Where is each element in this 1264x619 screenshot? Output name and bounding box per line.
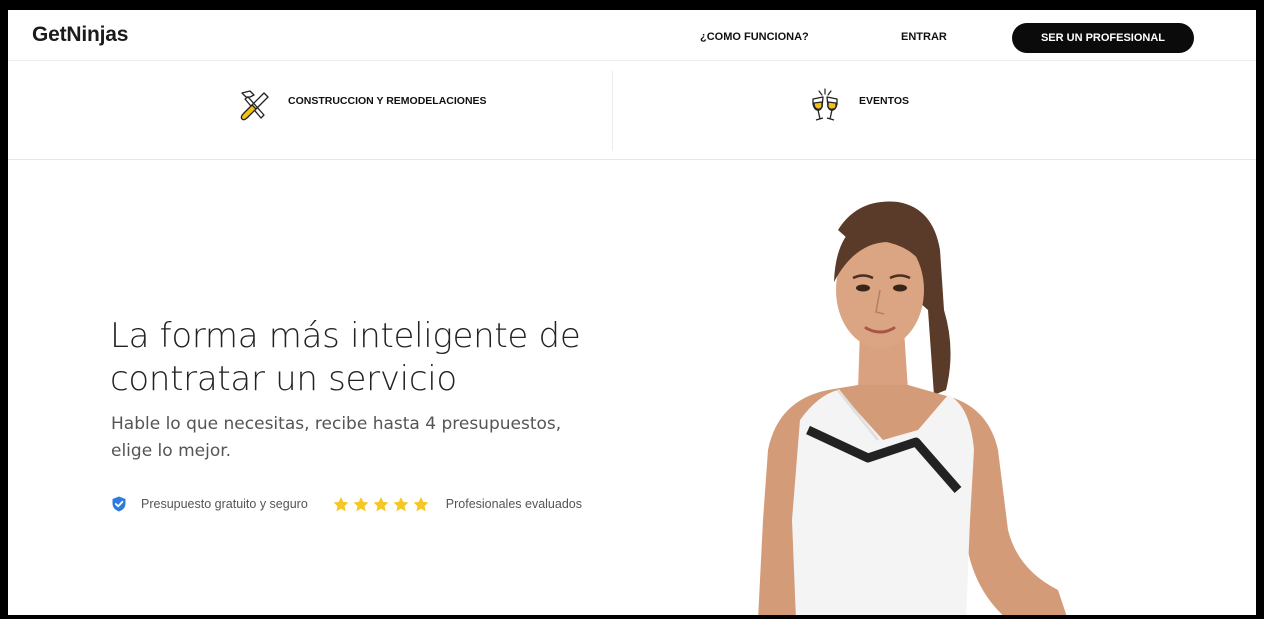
shield-check-icon [112,496,126,512]
star-icon [333,496,349,511]
top-navbar: GetNinjas ¿COMO FUNCIONA? ENTRAR SER UN … [8,10,1256,61]
trust-badges: Presupuesto gratuito y seguro Profesiona… [111,494,582,514]
hero-person-image [758,201,1067,615]
rating-stars [332,496,432,513]
star-icon [373,496,389,511]
how-it-works-link[interactable]: ¿COMO FUNCIONA? [700,31,809,43]
getninjas-logo[interactable]: GetNinjas [32,23,128,47]
category-bar: CONSTRUCCION Y REMODELACIONES EVENTOS [8,61,1256,160]
hero-subtitle-line1: Hable lo que necesitas, recibe hasta 4 p… [111,414,562,434]
champagne-glasses-icon [807,87,847,132]
category-label-construccion: CONSTRUCCION Y REMODELACIONES [288,95,487,107]
hero-title-line1: La forma más inteligente de [110,316,581,356]
tools-icon [234,89,274,128]
hero-title-line2: contratar un servicio [110,359,457,399]
hero-title: La forma más inteligente de contratar un… [110,315,670,401]
star-icon [393,496,409,511]
page-frame: GetNinjas ¿COMO FUNCIONA? ENTRAR SER UN … [8,10,1256,615]
star-icon [353,496,369,511]
rated-pros-text: Profesionales evaluados [445,497,582,511]
hero-subtitle-line2: elige lo mejor. [111,441,232,461]
free-quote-text: Presupuesto gratuito y seguro [141,497,308,511]
login-link[interactable]: ENTRAR [901,31,947,43]
category-construccion[interactable]: CONSTRUCCION Y REMODELACIONES [8,61,612,159]
category-eventos[interactable]: EVENTOS [613,61,1256,159]
become-professional-button[interactable]: SER UN PROFESIONAL [1012,23,1194,53]
hero-subtitle: Hable lo que necesitas, recibe hasta 4 p… [111,411,611,465]
star-icon [413,496,429,511]
category-label-eventos: EVENTOS [859,95,909,107]
